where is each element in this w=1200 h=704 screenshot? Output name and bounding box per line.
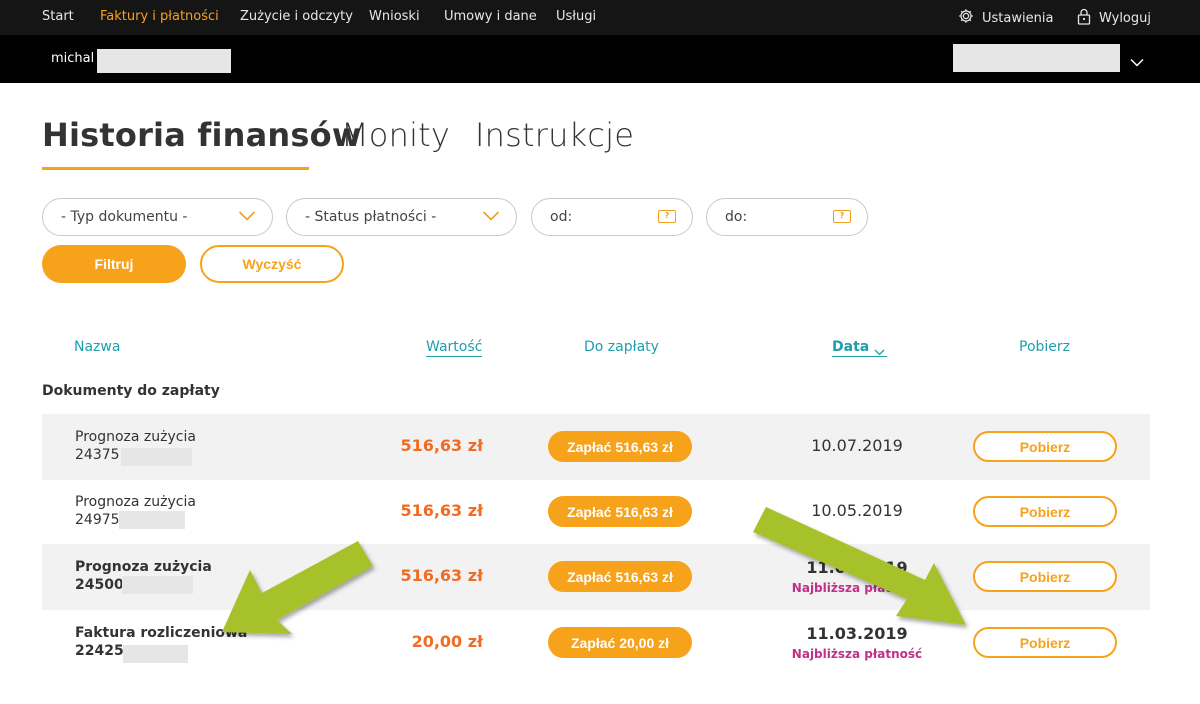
date-from-field[interactable]: od: ? [531,198,693,236]
sort-chevron-down-icon [874,344,885,360]
section-documents-to-pay: Dokumenty do zapłaty [42,383,220,399]
document-type: Faktura rozliczeniowa [75,625,248,641]
table-row: Prognoza zużycia 24975 516,63 zł Zapłać … [42,479,1150,545]
settings-link[interactable]: Ustawienia [958,8,1053,28]
nearest-payment-note: Najbliższa płatność [791,581,923,595]
date-to-field[interactable]: do: ? [706,198,868,236]
download-button[interactable]: Pobierz [973,561,1117,592]
document-value: 20,00 zł [411,632,483,651]
pay-button[interactable]: Zapłać 20,00 zł [548,627,692,658]
pay-button[interactable]: Zapłać 516,63 zł [548,561,692,592]
column-header-date[interactable]: Data [832,339,888,360]
gear-icon [958,8,974,28]
payment-status-value: - Status płatności - [305,209,437,225]
top-navigation: Start Faktury i płatności Zużycie i odcz… [0,0,1200,35]
nav-invoices-payments[interactable]: Faktury i płatności [100,9,219,24]
settings-label: Ustawienia [982,10,1054,26]
user-bar: michal [0,35,1200,83]
date-to-label: do: [725,209,748,225]
document-date: 10.07.2019 [811,436,903,455]
redacted-username [97,49,231,73]
account-selector[interactable] [953,44,1120,72]
redacted-number [119,511,185,529]
document-type: Prognoza zużycia [75,429,196,445]
active-tab-underline [42,167,309,170]
date-from-label: od: [550,209,573,225]
column-header-to-pay: Do zapłaty [584,339,659,355]
redacted-number [121,448,192,466]
tab-finance-history[interactable]: Historia finansów [42,116,362,154]
logout-label: Wyloguj [1099,11,1151,26]
redacted-number [122,576,193,594]
payment-status-select[interactable]: - Status płatności - [286,198,517,236]
document-value: 516,63 zł [400,501,483,520]
table-row: Prognoza zużycia 24375 516,63 zł Zapłać … [42,414,1150,480]
column-header-value[interactable]: Wartość [426,339,483,357]
document-value: 516,63 zł [400,566,483,585]
document-type-select[interactable]: - Typ dokumentu - [42,198,273,236]
column-header-download: Pobierz [1019,339,1071,355]
clear-button[interactable]: Wyczyść [200,245,344,283]
pay-button[interactable]: Zapłać 516,63 zł [548,431,692,462]
document-date: 10.05.2019 [811,501,903,520]
download-button[interactable]: Pobierz [973,431,1117,462]
filter-button[interactable]: Filtruj [42,245,186,283]
nav-usage-readings[interactable]: Zużycie i odczyty [240,9,353,24]
download-button[interactable]: Pobierz [973,496,1117,527]
document-date: 11.04.2019 [806,558,908,577]
nav-start[interactable]: Start [42,9,74,24]
table-row: Faktura rozliczeniowa 22425 20,00 zł Zap… [42,610,1150,676]
document-type: Prognoza zużycia [75,559,212,575]
nav-services[interactable]: Usługi [556,9,596,24]
document-type-value: - Typ dokumentu - [61,209,188,225]
chevron-down-icon [238,210,256,226]
document-date: 11.03.2019 [806,624,908,643]
nearest-payment-note: Najbliższa płatność [791,647,923,661]
nav-requests[interactable]: Wnioski [369,9,420,24]
calendar-icon[interactable]: ? [658,210,676,223]
tab-reminders[interactable]: Monity [341,116,450,154]
download-button[interactable]: Pobierz [973,627,1117,658]
chevron-down-icon [482,210,500,226]
table-row: Prognoza zużycia 24500 516,63 zł Zapłać … [42,544,1150,610]
calendar-icon[interactable]: ? [833,210,851,223]
date-header-label: Data [832,339,870,355]
logout-link[interactable]: Wyloguj [1077,8,1151,29]
document-type: Prognoza zużycia [75,494,196,510]
column-header-name[interactable]: Nazwa [74,339,120,355]
nav-contracts-data[interactable]: Umowy i dane [444,9,537,24]
chevron-down-icon[interactable] [1130,52,1144,71]
redacted-number [123,645,188,663]
lock-icon [1077,8,1091,29]
document-value: 516,63 zł [400,436,483,455]
tab-instructions[interactable]: Instrukcje [475,116,634,154]
pay-button[interactable]: Zapłać 516,63 zł [548,496,692,527]
username: michal [51,51,95,66]
